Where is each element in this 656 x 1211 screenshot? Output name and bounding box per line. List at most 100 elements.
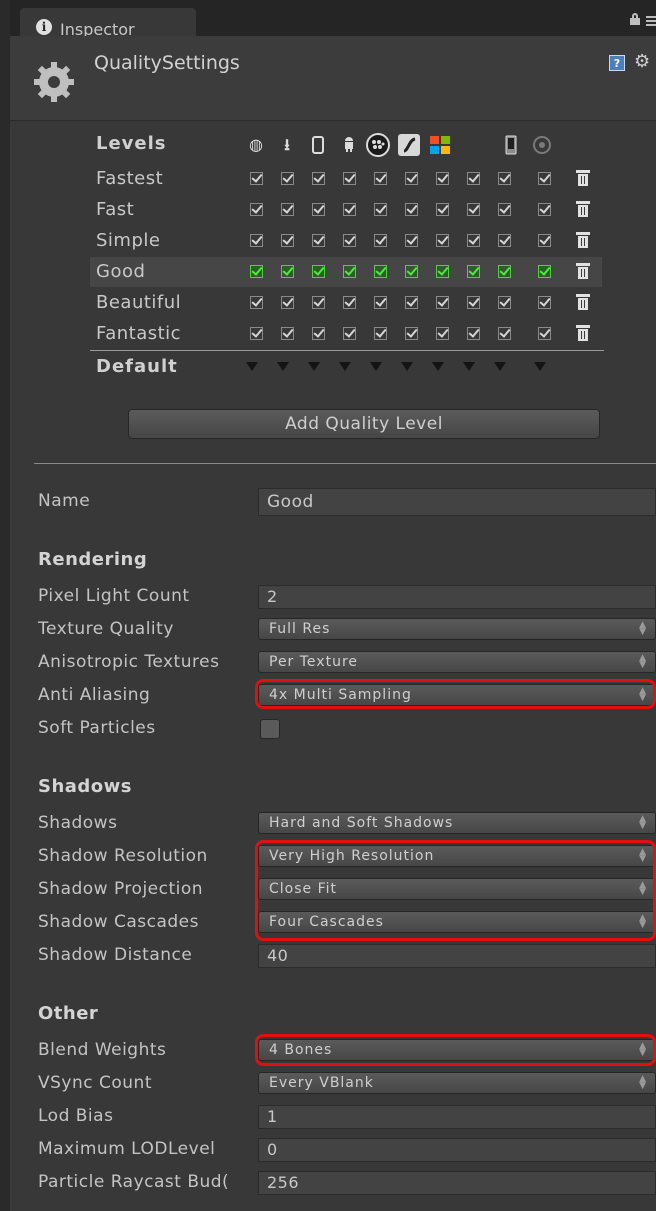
default-dropdown-icon[interactable] bbox=[401, 362, 413, 371]
trash-icon[interactable] bbox=[576, 170, 590, 186]
level-checkbox[interactable] bbox=[343, 296, 356, 309]
trash-icon[interactable] bbox=[576, 201, 590, 217]
level-checkbox[interactable] bbox=[281, 172, 294, 185]
default-dropdown-icon[interactable] bbox=[463, 362, 475, 371]
level-checkbox[interactable] bbox=[538, 265, 551, 278]
level-checkbox[interactable] bbox=[281, 265, 294, 278]
level-checkbox[interactable] bbox=[538, 327, 551, 340]
level-checkbox[interactable] bbox=[436, 203, 449, 216]
lod-bias-field[interactable]: 1 bbox=[258, 1105, 656, 1129]
level-checkbox[interactable] bbox=[343, 265, 356, 278]
name-field[interactable]: Good bbox=[258, 488, 656, 516]
texture-quality-dropdown[interactable]: Full Res ▲ ▼ bbox=[258, 618, 656, 640]
level-checkbox[interactable] bbox=[374, 234, 387, 247]
level-checkbox[interactable] bbox=[312, 296, 325, 309]
level-checkbox[interactable] bbox=[312, 234, 325, 247]
level-checkbox[interactable] bbox=[538, 296, 551, 309]
level-checkbox[interactable] bbox=[250, 296, 263, 309]
trash-icon[interactable] bbox=[576, 232, 590, 248]
tab-menu-icon[interactable] bbox=[646, 16, 656, 28]
level-checkbox[interactable] bbox=[405, 296, 418, 309]
level-checkbox[interactable] bbox=[405, 234, 418, 247]
trash-icon[interactable] bbox=[576, 325, 590, 341]
level-checkbox[interactable] bbox=[312, 203, 325, 216]
trash-icon[interactable] bbox=[576, 263, 590, 279]
level-row-fastest[interactable]: Fastest bbox=[90, 164, 602, 194]
level-checkbox[interactable] bbox=[281, 203, 294, 216]
default-dropdown-icon[interactable] bbox=[494, 362, 506, 371]
level-row-fast[interactable]: Fast bbox=[90, 195, 602, 225]
lock-icon[interactable] bbox=[630, 13, 640, 25]
default-dropdown-icon[interactable] bbox=[432, 362, 444, 371]
vsync-count-dropdown[interactable]: Every VBlank ▲ ▼ bbox=[258, 1072, 656, 1094]
level-checkbox[interactable] bbox=[374, 265, 387, 278]
level-checkbox[interactable] bbox=[281, 327, 294, 340]
level-checkbox[interactable] bbox=[250, 203, 263, 216]
level-checkbox[interactable] bbox=[467, 296, 480, 309]
level-checkbox[interactable] bbox=[436, 327, 449, 340]
particle-raycast-budget-field[interactable]: 256 bbox=[258, 1171, 656, 1195]
level-checkbox[interactable] bbox=[343, 172, 356, 185]
level-checkbox[interactable] bbox=[436, 265, 449, 278]
level-checkbox[interactable] bbox=[405, 172, 418, 185]
level-checkbox[interactable] bbox=[281, 296, 294, 309]
shadow-distance-field[interactable]: 40 bbox=[258, 944, 656, 968]
level-checkbox[interactable] bbox=[405, 327, 418, 340]
default-dropdown-icon[interactable] bbox=[308, 362, 320, 371]
default-dropdown-icon[interactable] bbox=[534, 362, 546, 371]
level-checkbox[interactable] bbox=[312, 172, 325, 185]
level-checkbox[interactable] bbox=[343, 203, 356, 216]
soft-particles-checkbox[interactable] bbox=[260, 719, 280, 739]
default-dropdown-icon[interactable] bbox=[370, 362, 382, 371]
pixel-light-count-field[interactable]: 2 bbox=[258, 585, 656, 609]
component-settings-icon[interactable]: ⚙ bbox=[634, 51, 650, 72]
level-checkbox[interactable] bbox=[405, 203, 418, 216]
level-checkbox[interactable] bbox=[498, 327, 511, 340]
help-icon[interactable]: ? bbox=[609, 55, 625, 71]
level-checkbox[interactable] bbox=[374, 296, 387, 309]
level-checkbox[interactable] bbox=[467, 172, 480, 185]
level-checkbox[interactable] bbox=[281, 234, 294, 247]
level-checkbox[interactable] bbox=[405, 265, 418, 278]
level-row-beautiful[interactable]: Beautiful bbox=[90, 288, 602, 318]
level-checkbox[interactable] bbox=[498, 234, 511, 247]
level-checkbox[interactable] bbox=[538, 234, 551, 247]
level-checkbox[interactable] bbox=[498, 265, 511, 278]
tab-inspector[interactable]: i Inspector bbox=[20, 8, 196, 39]
level-checkbox[interactable] bbox=[498, 296, 511, 309]
level-checkbox[interactable] bbox=[250, 234, 263, 247]
add-quality-level-button[interactable]: Add Quality Level bbox=[128, 409, 600, 439]
default-dropdown-icon[interactable] bbox=[246, 362, 258, 371]
level-checkbox[interactable] bbox=[498, 172, 511, 185]
level-checkbox[interactable] bbox=[343, 327, 356, 340]
level-checkbox[interactable] bbox=[538, 172, 551, 185]
maximum-lod-level-field[interactable]: 0 bbox=[258, 1138, 656, 1162]
level-checkbox[interactable] bbox=[374, 203, 387, 216]
level-checkbox[interactable] bbox=[467, 265, 480, 278]
level-checkbox[interactable] bbox=[374, 172, 387, 185]
level-checkbox[interactable] bbox=[250, 172, 263, 185]
level-checkbox[interactable] bbox=[436, 172, 449, 185]
level-checkbox[interactable] bbox=[436, 296, 449, 309]
level-checkbox[interactable] bbox=[498, 203, 511, 216]
level-row-good[interactable]: Good bbox=[90, 257, 602, 287]
level-checkbox[interactable] bbox=[374, 327, 387, 340]
flash-icon bbox=[397, 133, 421, 157]
level-row-fantastic[interactable]: Fantastic bbox=[90, 319, 602, 349]
trash-icon[interactable] bbox=[576, 294, 590, 310]
shadows-dropdown[interactable]: Hard and Soft Shadows ▲ ▼ bbox=[258, 812, 656, 834]
level-checkbox[interactable] bbox=[436, 234, 449, 247]
level-checkbox[interactable] bbox=[467, 327, 480, 340]
level-checkbox[interactable] bbox=[538, 203, 551, 216]
level-checkbox[interactable] bbox=[312, 327, 325, 340]
level-checkbox[interactable] bbox=[467, 203, 480, 216]
default-dropdown-icon[interactable] bbox=[339, 362, 351, 371]
level-checkbox[interactable] bbox=[467, 234, 480, 247]
default-dropdown-icon[interactable] bbox=[277, 362, 289, 371]
anisotropic-textures-dropdown[interactable]: Per Texture ▲ ▼ bbox=[258, 651, 656, 673]
level-checkbox[interactable] bbox=[343, 234, 356, 247]
level-row-simple[interactable]: Simple bbox=[90, 226, 602, 256]
level-checkbox[interactable] bbox=[312, 265, 325, 278]
level-checkbox[interactable] bbox=[250, 265, 263, 278]
level-checkbox[interactable] bbox=[250, 327, 263, 340]
